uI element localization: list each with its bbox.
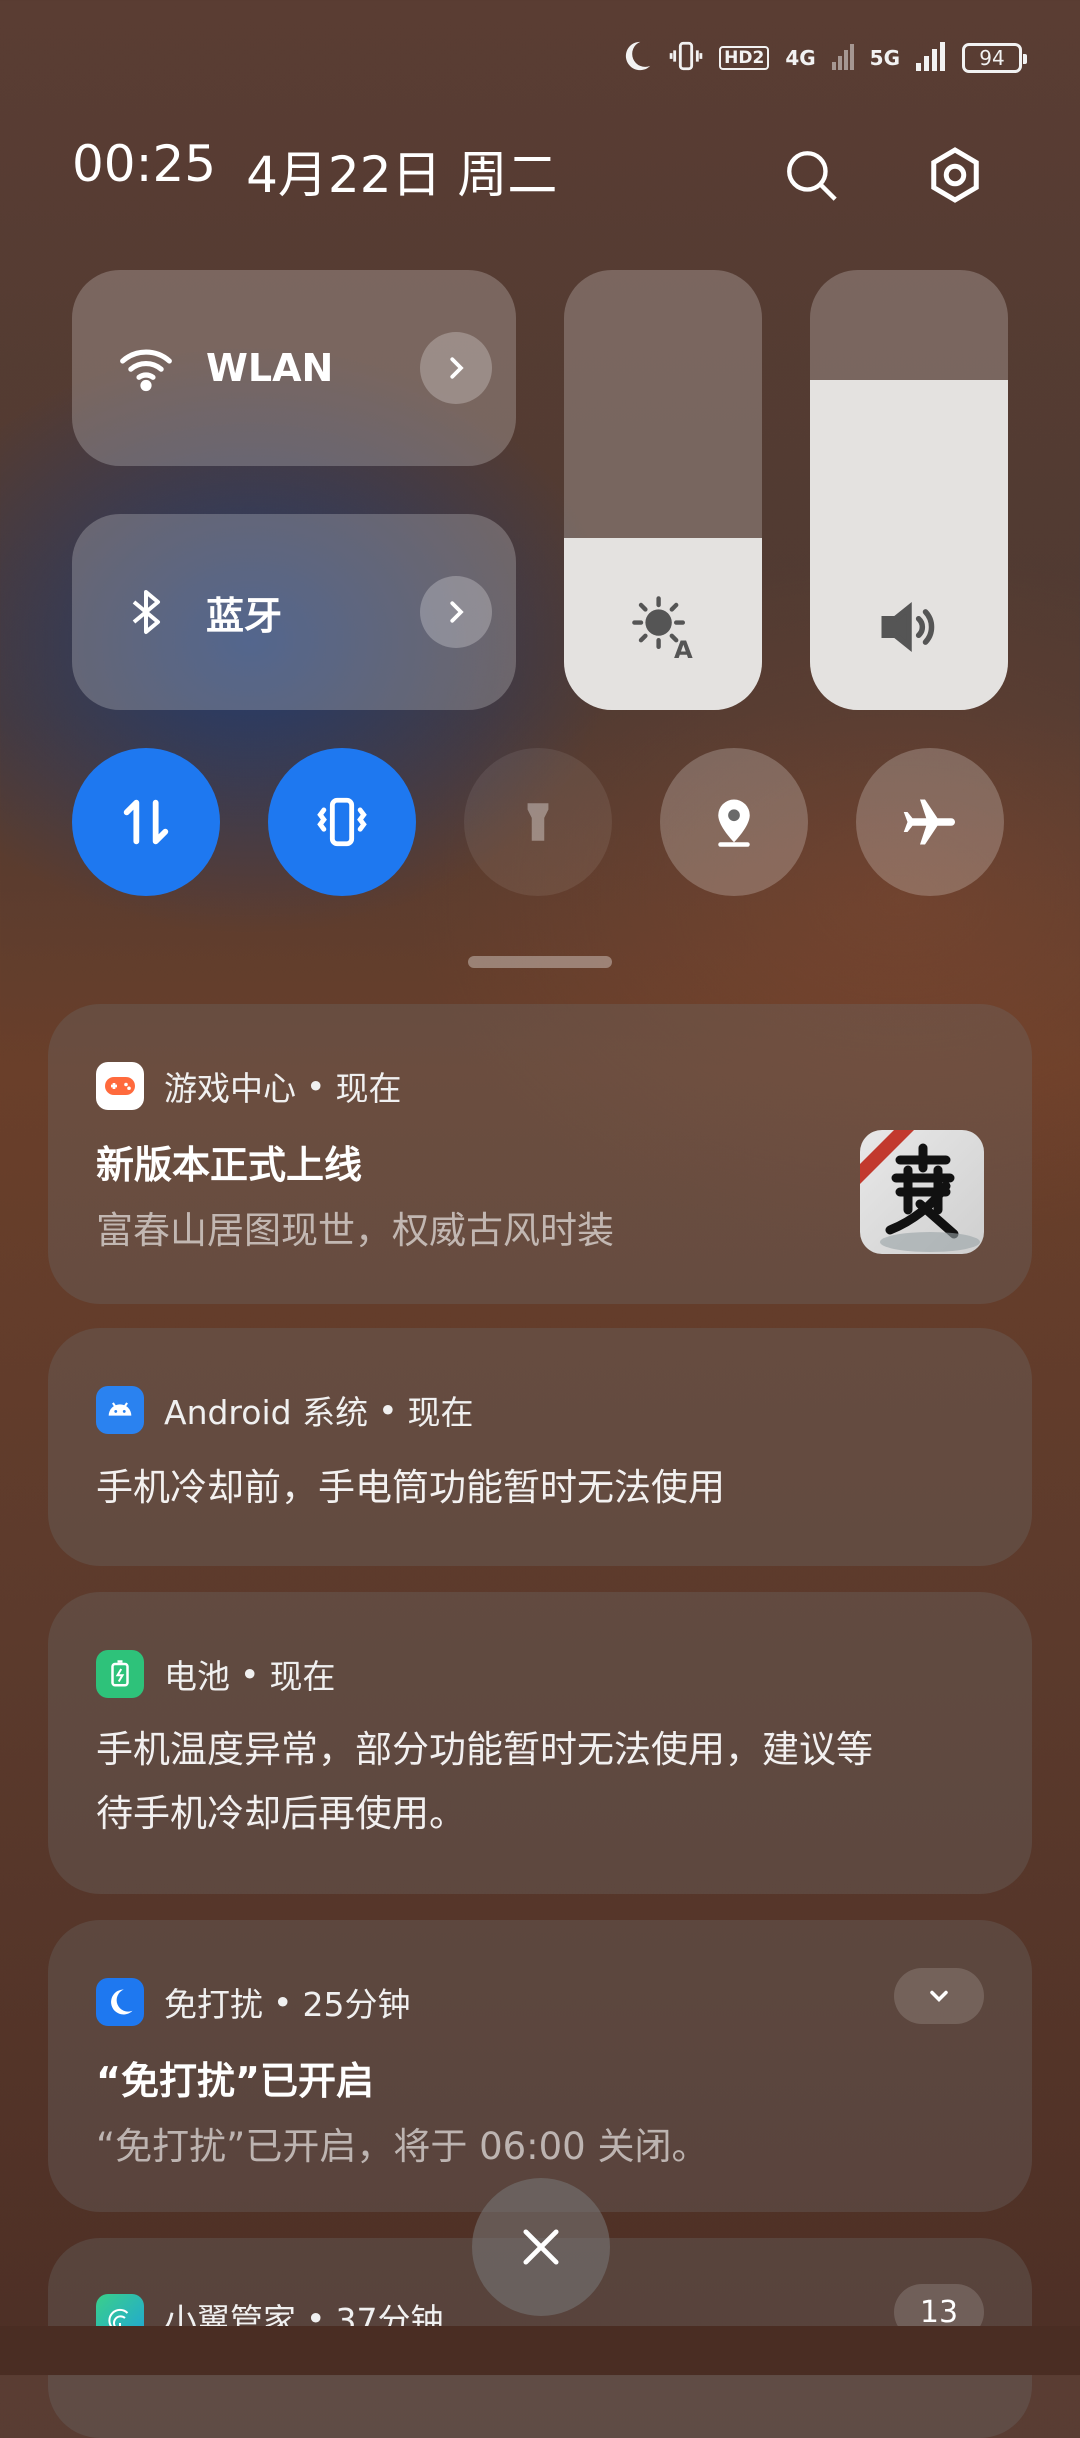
notification-body: “免打扰”已开启，将于 06:00 关闭。 [96,2125,709,2168]
location-toggle[interactable] [660,748,808,896]
close-icon [523,2229,559,2265]
separator: • [306,1066,326,1106]
bluetooth-label: 蓝牙 [206,593,283,638]
datetime: 00:25 4月22日 周二 [72,135,557,207]
panel-drag-handle[interactable] [468,956,612,968]
wlan-tile[interactable]: WLAN [72,270,516,466]
search-button[interactable] [776,140,846,210]
vibrate-icon [317,797,367,847]
notification-time: 现在 [335,1069,402,1108]
chevron-right-icon [450,357,464,379]
hd-badge: HD2 [719,46,770,70]
android-app-icon [96,1386,144,1434]
wlan-expand-button[interactable] [420,332,492,404]
volume-icon [810,594,1008,660]
notification-body-line: 待手机冷却后再使用。 [96,1792,466,1835]
notification-title: 新版本正式上线 [96,1143,363,1187]
chevron-down-icon [930,1990,948,2002]
volume-fill [810,380,1008,710]
settings-button[interactable] [920,140,990,210]
separator: • [240,1654,260,1694]
network-5g: 5G [869,46,900,70]
search-icon [787,151,837,201]
chevron-right-icon [450,601,464,623]
battery-app-icon [96,1650,144,1698]
notification-do-not-disturb[interactable]: 免打扰 • 25分钟 “免打扰”已开启 “免打扰”已开启，将于 06:00 关闭… [48,1920,1032,2212]
separator: • [273,1982,293,2022]
auto-brightness-icon: A [564,594,762,660]
bluetooth-expand-button[interactable] [420,576,492,648]
date: 4月22日 周二 [246,146,558,204]
signal-icon [831,42,854,74]
network-4g: 4G [785,46,816,70]
notification-header: Android 系统 • 现在 [96,1386,474,1434]
notification-time: 现在 [269,1657,336,1696]
notification-header: 免打扰 • 25分钟 [96,1978,410,2026]
app-name: 免打扰 [164,1985,263,2024]
battery-indicator: 94 [962,43,1027,73]
status-bar: HD2 4G 5G 94 [619,38,1027,78]
game-center-app-icon [96,1062,144,1110]
battery-level: 94 [979,46,1005,70]
wlan-label: WLAN [206,346,334,390]
notification-title: “免打扰”已开启 [96,2059,374,2103]
vibrate-icon [669,39,703,77]
flashlight-toggle[interactable] [464,748,612,896]
dnd-app-icon [96,1978,144,2026]
bluetooth-icon [116,582,176,642]
expand-button[interactable] [894,1968,984,2024]
clear-all-button[interactable] [472,2178,610,2316]
volume-slider[interactable] [810,270,1008,710]
mobile-data-toggle[interactable] [72,748,220,896]
notification-game-center[interactable]: 游戏中心 • 现在 新版本正式上线 富春山居图现世，权威古风时装 [48,1004,1032,1304]
data-transfer-icon [123,799,169,845]
notification-battery[interactable]: 电池 • 现在 手机温度异常，部分功能暂时无法使用，建议等 待手机冷却后再使用。 [48,1592,1032,1894]
notification-body-line: 手机温度异常，部分功能暂时无法使用，建议等 [96,1728,873,1771]
clock: 00:25 [72,135,217,193]
gear-icon [931,147,979,203]
game-thumbnail-image [860,1130,984,1254]
app-name: Android 系统 [164,1393,369,1432]
moon-icon [619,39,653,77]
signal-icon [916,41,946,75]
airplane-icon [903,799,955,845]
svg-text:A: A [674,636,693,660]
app-name: 电池 [164,1657,230,1696]
notification-header: 电池 • 现在 [96,1650,335,1698]
separator: • [378,1390,398,1430]
notification-body: 富春山居图现世，权威古风时装 [96,1209,614,1252]
location-icon [718,799,750,847]
notification-body: 手机冷却前，手电筒功能暂时无法使用 [96,1466,725,1509]
airplane-mode-toggle[interactable] [856,748,1004,896]
app-name: 游戏中心 [164,1069,296,1108]
flashlight-icon [527,803,549,841]
notification-android-system[interactable]: Android 系统 • 现在 手机冷却前，手电筒功能暂时无法使用 [48,1328,1032,1566]
brightness-slider[interactable]: A [564,270,762,710]
notification-header: 游戏中心 • 现在 [96,1062,401,1110]
bluetooth-tile[interactable]: 蓝牙 [72,514,516,710]
wifi-icon [116,338,176,398]
notification-time: 25分钟 [302,1985,411,2024]
notification-time: 现在 [407,1393,474,1432]
vibrate-toggle[interactable] [268,748,416,896]
bottom-fade [0,2326,1080,2375]
